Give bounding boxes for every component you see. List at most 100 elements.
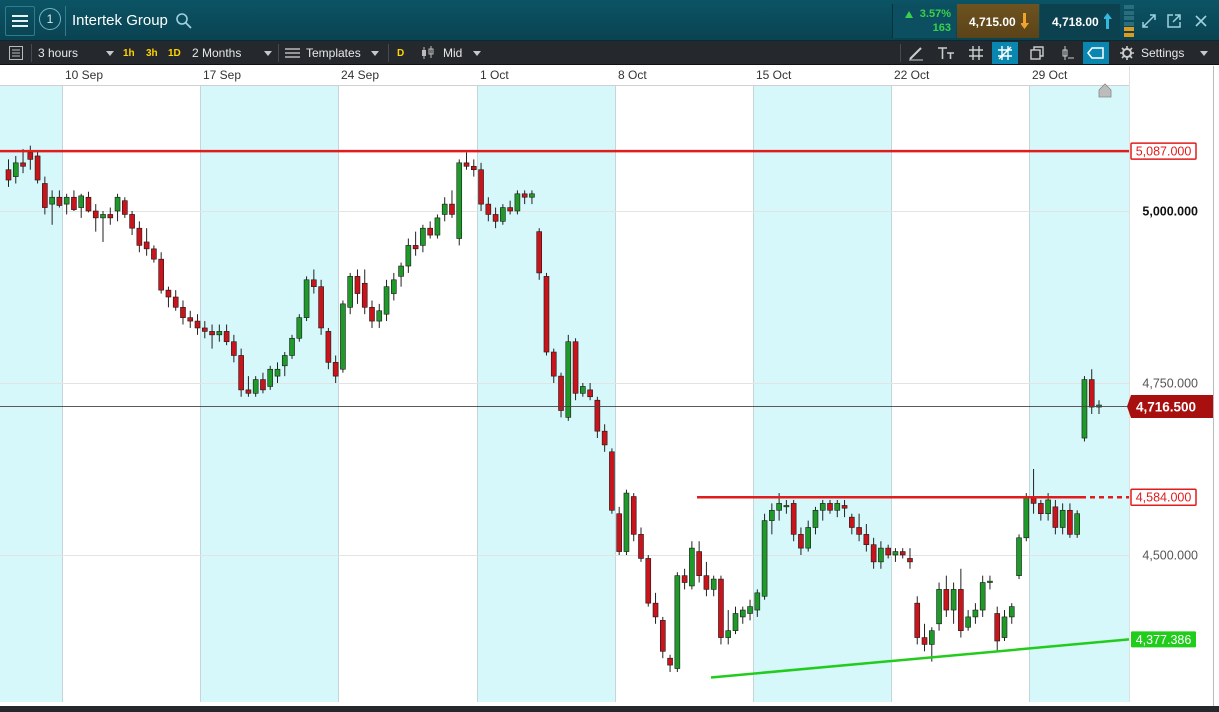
gear-icon[interactable] xyxy=(1120,46,1134,60)
settings-label: Settings xyxy=(1141,46,1185,60)
candle xyxy=(558,372,564,418)
candle-body-up xyxy=(623,492,630,552)
candle-body-down xyxy=(507,207,513,212)
candle-body-down xyxy=(609,451,615,511)
interval-1d-button[interactable]: 1D xyxy=(168,41,181,65)
layers-icon xyxy=(1030,46,1044,60)
depth-bars-icon xyxy=(1124,5,1134,37)
candle-body-down xyxy=(1038,503,1044,515)
draw-line-tool-button[interactable] xyxy=(903,42,929,64)
range-dropdown[interactable]: 2 Months xyxy=(192,41,276,65)
candle-body-down xyxy=(594,399,601,432)
candle-body-down xyxy=(369,307,375,322)
price-tag-icon xyxy=(1087,47,1104,59)
candle-body-up xyxy=(674,575,681,669)
buy-button[interactable]: 4,718.00 xyxy=(1040,4,1120,38)
price-type-badge[interactable]: D xyxy=(397,41,404,65)
candle-body-up xyxy=(340,303,346,370)
candle-body-down xyxy=(543,276,550,353)
candle xyxy=(543,272,550,356)
menu-icon[interactable] xyxy=(5,6,35,36)
candle-body-up xyxy=(63,196,70,205)
date-tick-label: 8 Oct xyxy=(618,68,647,82)
templates-dropdown[interactable]: Templates xyxy=(306,41,386,65)
candle-body-down xyxy=(958,589,964,631)
candle-body-down xyxy=(245,389,252,394)
date-axis-strip xyxy=(0,66,1129,85)
candle-body-up xyxy=(529,193,535,198)
candle-body-up xyxy=(441,203,448,215)
instrument-name[interactable]: Intertek Group xyxy=(72,12,168,29)
level-label: 4,584.000 xyxy=(1136,491,1192,505)
timeframe-dropdown[interactable]: 3 hours xyxy=(38,41,116,65)
tag-tool-button[interactable] xyxy=(1083,42,1109,64)
candle xyxy=(572,338,579,401)
indicator-tool-button[interactable] xyxy=(1054,42,1080,64)
candle-body-down xyxy=(638,534,644,559)
candle-body-down xyxy=(943,589,950,611)
sell-button[interactable]: 4,715.00 xyxy=(957,4,1039,38)
crosshair-tool-button[interactable] xyxy=(992,42,1018,64)
candle-body-down xyxy=(914,602,921,638)
candle-body-down xyxy=(899,551,906,556)
candle-body-down xyxy=(572,341,579,394)
candle xyxy=(609,448,615,514)
candle-body-up xyxy=(710,578,717,590)
grid-tool-button[interactable] xyxy=(963,42,989,64)
layers-tool-button[interactable] xyxy=(1024,42,1050,64)
candle-body-down xyxy=(427,227,433,236)
candle-body-up xyxy=(761,520,768,597)
candle-body-up xyxy=(936,589,942,625)
candle-body-up xyxy=(1059,509,1066,528)
candle xyxy=(718,575,724,645)
window-number-badge[interactable]: 1 xyxy=(39,8,61,30)
candle-body-up xyxy=(216,331,223,336)
candle-body-down xyxy=(172,296,179,308)
candle-body-down xyxy=(616,513,622,552)
candle-body-up xyxy=(398,265,404,277)
list-icon[interactable] xyxy=(9,46,23,60)
sell-price: 4,715.00 xyxy=(969,15,1016,29)
candle-body-down xyxy=(194,320,201,329)
settings-dropdown[interactable]: Settings xyxy=(1141,41,1211,65)
candle-body-up xyxy=(928,630,935,645)
candle-body-down xyxy=(180,307,186,318)
interval-3h-button[interactable]: 3h xyxy=(146,41,158,65)
date-tick-label: 24 Sep xyxy=(341,68,379,82)
price-tick-label: 4,750.000 xyxy=(1142,377,1198,391)
title-bar: 1 Intertek Group 3.57% 163 4,715.00 4,71… xyxy=(0,0,1219,41)
candle-body-up xyxy=(514,193,521,212)
change-absolute: 163 xyxy=(932,22,951,34)
candle-body-down xyxy=(921,637,928,645)
down-arrow-icon xyxy=(1021,13,1029,29)
close-icon[interactable] xyxy=(1191,11,1211,31)
candle-body-up xyxy=(49,196,55,205)
candle-body-up xyxy=(565,341,572,418)
text-tool-button[interactable] xyxy=(933,42,959,64)
price-type-dropdown[interactable]: Mid xyxy=(443,41,488,65)
candle-body-up xyxy=(500,207,506,222)
week-band xyxy=(477,85,615,702)
candle-body-up xyxy=(383,286,390,315)
candle xyxy=(689,541,695,590)
interval-1h-button[interactable]: 1h xyxy=(123,41,135,65)
up-arrow-icon xyxy=(1104,13,1112,29)
bottom-frame xyxy=(0,706,1219,712)
candle-body-down xyxy=(354,276,361,294)
expand-icon[interactable] xyxy=(1139,11,1159,31)
candle-body-up xyxy=(805,527,812,549)
range-label: 2 Months xyxy=(192,46,242,60)
candle-body-up xyxy=(1008,606,1015,618)
candle-body-up xyxy=(776,503,782,511)
price-chart[interactable]: 10 Sep 17 Sep 24 Sep 1 Oct 8 Oct 15 Oct 22 Oct… xyxy=(0,66,1219,712)
timeframe-label: 3 hours xyxy=(38,46,79,60)
candle-body-up xyxy=(296,317,303,339)
candle-body-down xyxy=(158,258,164,291)
candle-body-up xyxy=(979,582,986,611)
candle-body-down xyxy=(841,505,848,509)
candle-body-down xyxy=(863,534,870,545)
search-icon[interactable] xyxy=(175,12,193,30)
chevron-down-icon xyxy=(106,51,114,56)
popout-icon[interactable] xyxy=(1164,11,1184,31)
templates-icon xyxy=(285,48,300,58)
